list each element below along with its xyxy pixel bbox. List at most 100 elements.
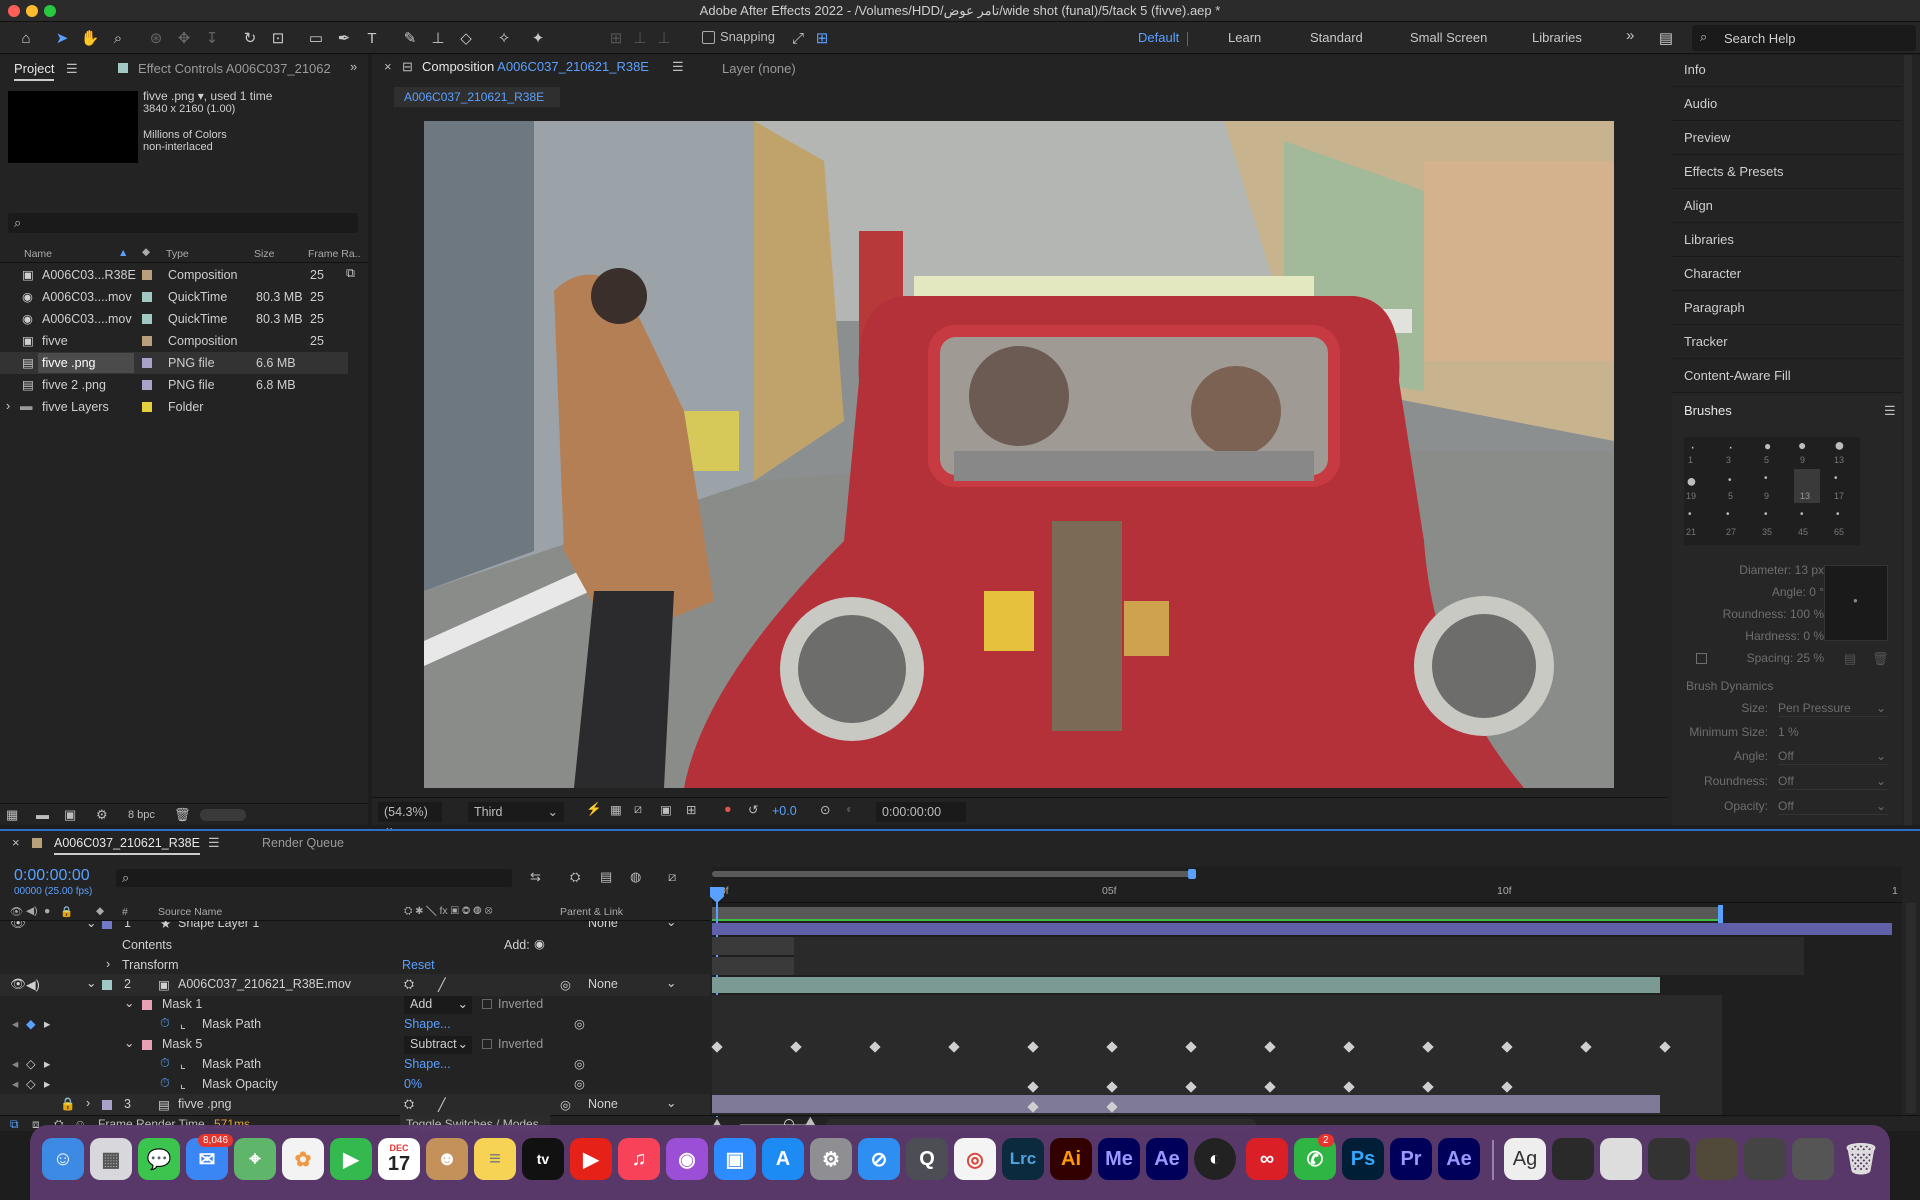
col-frame-rate[interactable]: Frame Ra.. (308, 248, 361, 260)
right-panel-scrollbar[interactable] (1904, 55, 1912, 825)
layer-name[interactable]: A006C037_210621_R38E.mov (178, 977, 351, 991)
mask5-opacity-keyframes[interactable] (712, 1099, 1722, 1115)
label-swatch[interactable] (102, 1100, 112, 1110)
keyframe-diamond[interactable] (948, 1041, 960, 1053)
inverted-checkbox[interactable] (482, 999, 492, 1009)
system-preferences-icon[interactable]: ⚙ (810, 1138, 852, 1180)
brush-tip-soft-45[interactable]: • (1800, 509, 1804, 520)
mask-mode-dropdown[interactable]: Add ⌄ (404, 996, 472, 1014)
composition-mini-flowchart-icon[interactable]: ⇆ (530, 869, 541, 885)
photos-icon[interactable]: ✿ (282, 1138, 324, 1180)
after-effects-icon[interactable]: Ae (1146, 1138, 1188, 1180)
thumbnail-size-slider[interactable] (200, 809, 246, 821)
brushes-menu-icon[interactable]: ☰ (1884, 403, 1896, 419)
viewer-frame[interactable] (424, 121, 1614, 788)
audio-switch-icon[interactable]: ◀) (26, 905, 38, 917)
keyframe-diamond[interactable] (1501, 1041, 1513, 1053)
col-source-name[interactable]: Source Name (158, 906, 222, 918)
panel-preview[interactable]: Preview (1672, 121, 1902, 155)
panel-align[interactable]: Align (1672, 189, 1902, 223)
graph-icon[interactable]: ⌞ (180, 1076, 186, 1091)
facetime-icon[interactable]: ▶ (330, 1138, 372, 1180)
next-keyframe-icon[interactable]: ▸ (44, 1056, 50, 1071)
project-menu-icon[interactable]: ☰ (66, 61, 78, 77)
col-parent-link[interactable]: Parent & Link (560, 906, 623, 918)
prev-keyframe-icon[interactable]: ◂ (12, 1016, 18, 1031)
brush-tip-19[interactable]: ● (1686, 471, 1697, 492)
home-icon[interactable]: ⌂ (14, 26, 38, 50)
roto-brush-icon[interactable]: ✧ (492, 26, 516, 50)
keyframe-diamond[interactable] (711, 1041, 723, 1053)
contacts-icon[interactable]: ☻ (426, 1138, 468, 1180)
parent-value[interactable]: None (588, 977, 618, 991)
keyframe-diamond[interactable] (1106, 1081, 1118, 1093)
bit-depth-button[interactable]: 8 bpc (128, 809, 155, 821)
hand-tool-icon[interactable]: ✋ (78, 26, 102, 50)
eye-icon[interactable]: 👁 (10, 977, 26, 992)
youtube-icon[interactable]: ▶ (570, 1138, 612, 1180)
expand-arrow-icon[interactable]: ⌄ (86, 975, 96, 990)
motion-blur-icon[interactable]: ◍ (630, 869, 641, 885)
brush-angle[interactable]: Angle: 0 ° (1684, 581, 1824, 603)
shy-switch-icon[interactable]: ⛭ (404, 1097, 414, 1112)
adjust-icon[interactable]: ⚙ (96, 807, 108, 823)
eraser-tool-icon[interactable]: ◇ (454, 26, 478, 50)
lock-icon[interactable]: ⊟ (402, 59, 413, 75)
cinema4d-icon[interactable]: ◐ (1194, 1138, 1236, 1180)
mask1-path-keyframes[interactable] (711, 1039, 1722, 1055)
keyframe-diamond[interactable] (790, 1041, 802, 1053)
workspace-menu-icon[interactable]: ▤ (1654, 26, 1678, 50)
rotation-tool-icon[interactable]: ↻ (238, 26, 262, 50)
next-keyframe-icon[interactable]: ▸ (44, 1076, 50, 1091)
app-store-icon[interactable]: A (762, 1138, 804, 1180)
rectangle-tool-icon[interactable]: ▭ (304, 26, 328, 50)
workspace-libraries[interactable]: Libraries (1532, 30, 1582, 45)
clone-stamp-icon[interactable]: ⊥ (426, 26, 450, 50)
tab-project[interactable]: Project (14, 61, 55, 81)
finder-icon[interactable]: ☺ (42, 1138, 84, 1180)
expand-arrow-icon[interactable]: ⌄ (124, 1035, 134, 1050)
exposure-value[interactable]: +0.0 (772, 804, 797, 818)
chevron-down-icon[interactable]: ⌄ (666, 1095, 676, 1110)
layer-name[interactable]: fivve .png (178, 1097, 232, 1111)
snap-expand-icon[interactable]: ⤢ (786, 26, 810, 50)
mask-path-value[interactable]: Shape... (404, 1017, 451, 1031)
table-row[interactable]: 👁 ⌄ 1 ★ Shape Layer 1 None ⌄ (0, 921, 710, 933)
brush-tip-soft-9[interactable]: • (1764, 473, 1768, 484)
parent-value[interactable]: None (588, 921, 618, 930)
list-item[interactable]: ◉ A006C03....mov QuickTime 80.3 MB 25 (0, 308, 368, 330)
disclosure-triangle-icon[interactable]: › (106, 957, 110, 971)
recent-window-thumbnail[interactable] (1648, 1138, 1690, 1180)
layer-switches-icons[interactable]: ⛭ ✱ ╲ fx ▣ ◎ ◍ ⊗ (404, 905, 493, 918)
timeline-comp-tab[interactable]: A006C037_210621_R38E (54, 836, 200, 855)
col-name[interactable]: Name (24, 248, 52, 260)
quicktime-icon[interactable]: Q (906, 1138, 948, 1180)
brush-tip-soft-5[interactable]: • (1728, 475, 1732, 486)
inverted-checkbox[interactable] (482, 1039, 492, 1049)
close-tab-icon[interactable]: × (12, 835, 20, 850)
label-swatch[interactable] (102, 921, 112, 929)
recent-document-thumbnail[interactable] (1600, 1138, 1642, 1180)
keyframe-diamond[interactable] (1185, 1081, 1197, 1093)
label-swatch[interactable] (142, 358, 152, 368)
prev-keyframe-icon[interactable]: ◂ (12, 1076, 18, 1091)
panel-content-aware-fill[interactable]: Content-Aware Fill (1672, 359, 1902, 393)
lock-icon[interactable]: 🔒 (60, 1097, 76, 1112)
render-queue-tab[interactable]: Render Queue (262, 836, 344, 850)
draft-3d-icon[interactable]: ⛭ (570, 869, 580, 885)
brush-tip-13[interactable]: ● (1834, 435, 1845, 456)
video-switch-icon[interactable]: 👁 (10, 905, 23, 918)
mask-name[interactable]: Mask 5 (162, 1037, 202, 1051)
brush-tip-9[interactable]: ● (1798, 437, 1806, 453)
keyframe-diamond[interactable] (1027, 1081, 1039, 1093)
keyframe-diamond[interactable] (1264, 1081, 1276, 1093)
time-ruler[interactable]: 00f 05f 10f 1 (712, 881, 1902, 903)
pick-whip-icon[interactable]: ◎ (574, 1076, 585, 1091)
recent-window-thumbnail[interactable] (1744, 1138, 1786, 1180)
graph-editor-icon[interactable]: ⧄ (668, 869, 676, 885)
tab-effect-controls[interactable]: Effect Controls A006C037_21062 (138, 61, 331, 76)
search-help-field[interactable]: ⌕ Search Help (1692, 25, 1916, 51)
dyn-opacity-dropdown[interactable]: Off ⌄ (1778, 799, 1888, 815)
table-row[interactable]: ⌄ Mask 5 Subtract ⌄ Inverted (0, 1034, 710, 1056)
pick-whip-icon[interactable]: ◎ (560, 1097, 571, 1112)
